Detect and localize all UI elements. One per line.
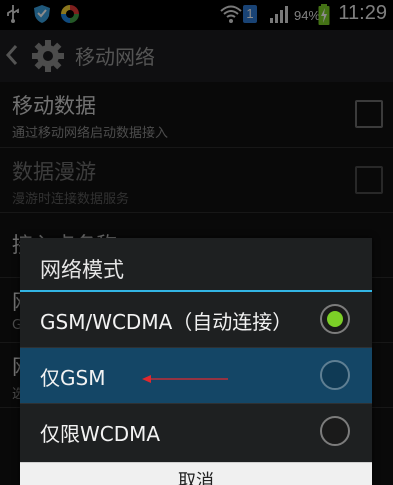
radio-button-selected[interactable]	[320, 304, 350, 334]
radio-button[interactable]	[320, 360, 350, 390]
option-wcdma-only[interactable]: 仅限WCDMA	[20, 404, 372, 459]
network-mode-dialog: 网络模式 GSM/WCDMA（自动连接） 仅GSM 仅限WCDMA 取消	[20, 238, 372, 485]
option-label: GSM/WCDMA（自动连接）	[40, 310, 293, 334]
option-label: 仅限WCDMA	[40, 422, 161, 446]
option-gsm-only[interactable]: 仅GSM	[20, 348, 372, 404]
annotation-arrow-icon	[142, 375, 228, 383]
cancel-button-label: 取消	[178, 471, 214, 485]
option-label: 仅GSM	[40, 366, 106, 390]
cancel-button[interactable]: 取消	[20, 462, 372, 485]
radio-dot	[327, 311, 343, 327]
dialog-title: 网络模式	[40, 258, 124, 282]
option-gsm-wcdma-auto[interactable]: GSM/WCDMA（自动连接）	[20, 292, 372, 348]
radio-button[interactable]	[320, 416, 350, 446]
